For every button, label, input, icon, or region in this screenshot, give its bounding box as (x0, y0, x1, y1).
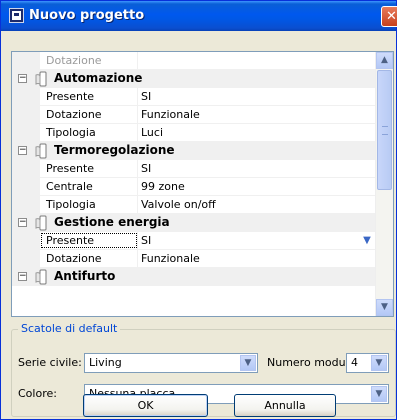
property-row[interactable]: Dotazione (12, 52, 377, 70)
scroll-up-icon[interactable]: ▲ (376, 52, 393, 69)
scroll-thumb[interactable] (377, 70, 392, 190)
serie-civile-label: Serie civile: (18, 356, 82, 369)
property-name: Dotazione (40, 106, 138, 123)
property-name: Presente (40, 232, 138, 249)
row-gutter (12, 250, 40, 267)
chevron-down-icon[interactable]: ▼ (240, 355, 256, 371)
collapse-icon[interactable]: − (18, 74, 27, 83)
property-grid: Dotazione − Automazione Presente SI Dotazione… (11, 51, 394, 317)
property-name: Tipologia (40, 196, 138, 213)
collapse-icon[interactable]: − (18, 146, 27, 155)
property-name: Presente (40, 88, 138, 105)
category-label: Antifurto (54, 269, 116, 283)
property-row[interactable]: Presente SI ▼ (12, 232, 377, 250)
chevron-down-icon[interactable]: ▼ (360, 234, 374, 247)
property-row[interactable]: Centrale 99 zone (12, 178, 377, 196)
chevron-down-icon[interactable]: ▼ (371, 355, 387, 371)
property-value[interactable]: 99 zone (138, 178, 377, 195)
property-row[interactable]: Dotazione Funzionale (12, 106, 377, 124)
close-button[interactable]: ✕ (381, 6, 397, 27)
property-name: Dotazione (40, 250, 138, 267)
cancel-button[interactable]: Annulla (234, 394, 336, 417)
title-bar[interactable]: Nuovo progetto ✕ (1, 1, 397, 31)
ok-button[interactable]: OK (83, 394, 208, 417)
row-gutter (12, 124, 40, 141)
chevron-down-icon[interactable]: ▼ (371, 386, 387, 402)
serie-civile-value: Living (89, 356, 122, 369)
category-row[interactable]: − Gestione energia (12, 214, 377, 232)
category-icon (34, 143, 48, 159)
property-value[interactable]: SI (138, 160, 377, 177)
property-value[interactable]: SI (138, 232, 377, 249)
row-gutter (12, 160, 40, 177)
row-gutter (12, 106, 40, 123)
collapse-icon[interactable]: − (18, 272, 27, 281)
property-row[interactable]: Dotazione Funzionale (12, 250, 377, 268)
property-name: Presente (40, 160, 138, 177)
group-label: Scatole di default (18, 322, 121, 335)
category-icon (34, 215, 48, 231)
vertical-scrollbar[interactable]: ▲ ▼ (375, 52, 393, 316)
property-row[interactable]: Presente SI (12, 88, 377, 106)
property-value[interactable] (138, 52, 377, 69)
app-icon (9, 8, 24, 23)
property-value[interactable]: Funzionale (138, 250, 377, 267)
collapse-icon[interactable]: − (18, 218, 27, 227)
property-rows: Dotazione − Automazione Presente SI Dotazione… (12, 52, 377, 286)
property-value[interactable]: Valvole on/off (138, 196, 377, 213)
property-value[interactable]: Funzionale (138, 106, 377, 123)
numero-moduli-label: Numero moduli: (267, 356, 356, 369)
property-row[interactable]: Presente SI (12, 160, 377, 178)
serie-civile-select[interactable]: Living ▼ (84, 353, 258, 373)
colore-label: Colore: (18, 387, 57, 400)
category-label: Termoregolazione (54, 143, 175, 157)
row-gutter (12, 52, 40, 69)
dialog-client: Dotazione − Automazione Presente SI Dotazione… (5, 31, 396, 417)
property-value[interactable]: SI (138, 88, 377, 105)
category-label: Automazione (54, 71, 143, 85)
dialog-window: Nuovo progetto ✕ Dotazione − Automazione Pr… (0, 0, 397, 420)
property-name: Tipologia (40, 124, 138, 141)
window-title: Nuovo progetto (29, 8, 145, 23)
property-row[interactable]: Tipologia Valvole on/off (12, 196, 377, 214)
category-label: Gestione energia (54, 215, 170, 229)
property-name: Dotazione (40, 52, 138, 69)
category-icon (34, 269, 48, 285)
category-row[interactable]: − Automazione (12, 70, 377, 88)
numero-moduli-select[interactable]: 4 ▼ (346, 353, 389, 373)
row-gutter (12, 88, 40, 105)
row-gutter (12, 178, 40, 195)
row-gutter (12, 232, 40, 249)
numero-moduli-value: 4 (351, 356, 358, 369)
scroll-down-icon[interactable]: ▼ (376, 299, 393, 316)
category-row[interactable]: − Termoregolazione (12, 142, 377, 160)
property-value[interactable]: Luci (138, 124, 377, 141)
property-row[interactable]: Tipologia Luci (12, 124, 377, 142)
category-icon (34, 71, 48, 87)
row-gutter (12, 196, 40, 213)
property-name: Centrale (40, 178, 138, 195)
category-row[interactable]: − Antifurto (12, 268, 377, 286)
